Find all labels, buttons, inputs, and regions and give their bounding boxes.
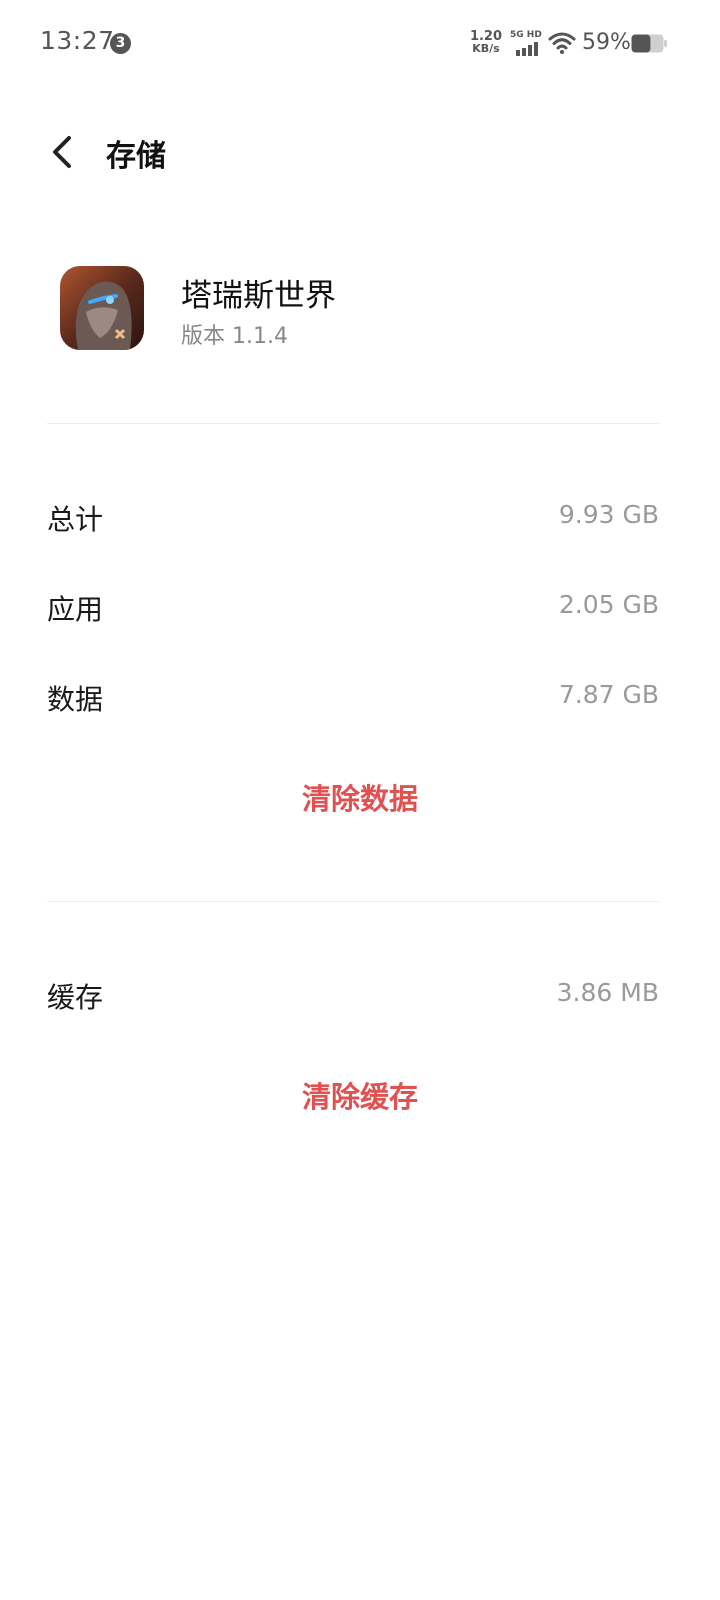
storage-row-value: 7.87 GB (558, 680, 659, 709)
back-button[interactable] (36, 126, 88, 178)
clear-data-button[interactable]: 清除数据 (210, 769, 510, 829)
storage-row-label: 数据 (47, 683, 104, 716)
app-name: 塔瑞斯世界 (181, 278, 336, 314)
network-speed: 1.20 KB/s (468, 30, 504, 55)
cache-row: 缓存 3.86 MB (47, 964, 659, 1024)
network-speed-unit: KB/s (472, 42, 500, 55)
wifi-icon (548, 32, 576, 54)
battery-percentage: 59% (582, 30, 631, 55)
app-icon (60, 266, 144, 350)
status-bar: 13:27 3 1.20 KB/s 5G HD 59% (0, 0, 720, 90)
cache-label: 缓存 (47, 981, 104, 1014)
app-version: 版本 1.1.4 (181, 324, 288, 349)
notification-count-badge: 3 (110, 33, 131, 54)
battery-icon (631, 34, 667, 53)
storage-row-total: 总计 9.93 GB (47, 486, 659, 546)
storage-row-label: 应用 (47, 593, 104, 626)
divider (47, 423, 659, 424)
chevron-left-icon (53, 136, 71, 168)
storage-row-value: 9.93 GB (558, 500, 659, 529)
storage-row-data: 数据 7.87 GB (47, 666, 659, 726)
cache-value: 3.86 MB (556, 978, 659, 1007)
signal-strength-icon (516, 42, 538, 56)
divider (47, 901, 659, 902)
network-type-label: 5G HD (510, 30, 542, 40)
storage-row-value: 2.05 GB (558, 590, 659, 619)
storage-row-label: 总计 (47, 503, 104, 536)
page-title: 存储 (106, 139, 166, 174)
storage-row-app: 应用 2.05 GB (47, 576, 659, 636)
clear-cache-button[interactable]: 清除缓存 (210, 1067, 510, 1127)
status-time: 13:27 (40, 26, 115, 55)
